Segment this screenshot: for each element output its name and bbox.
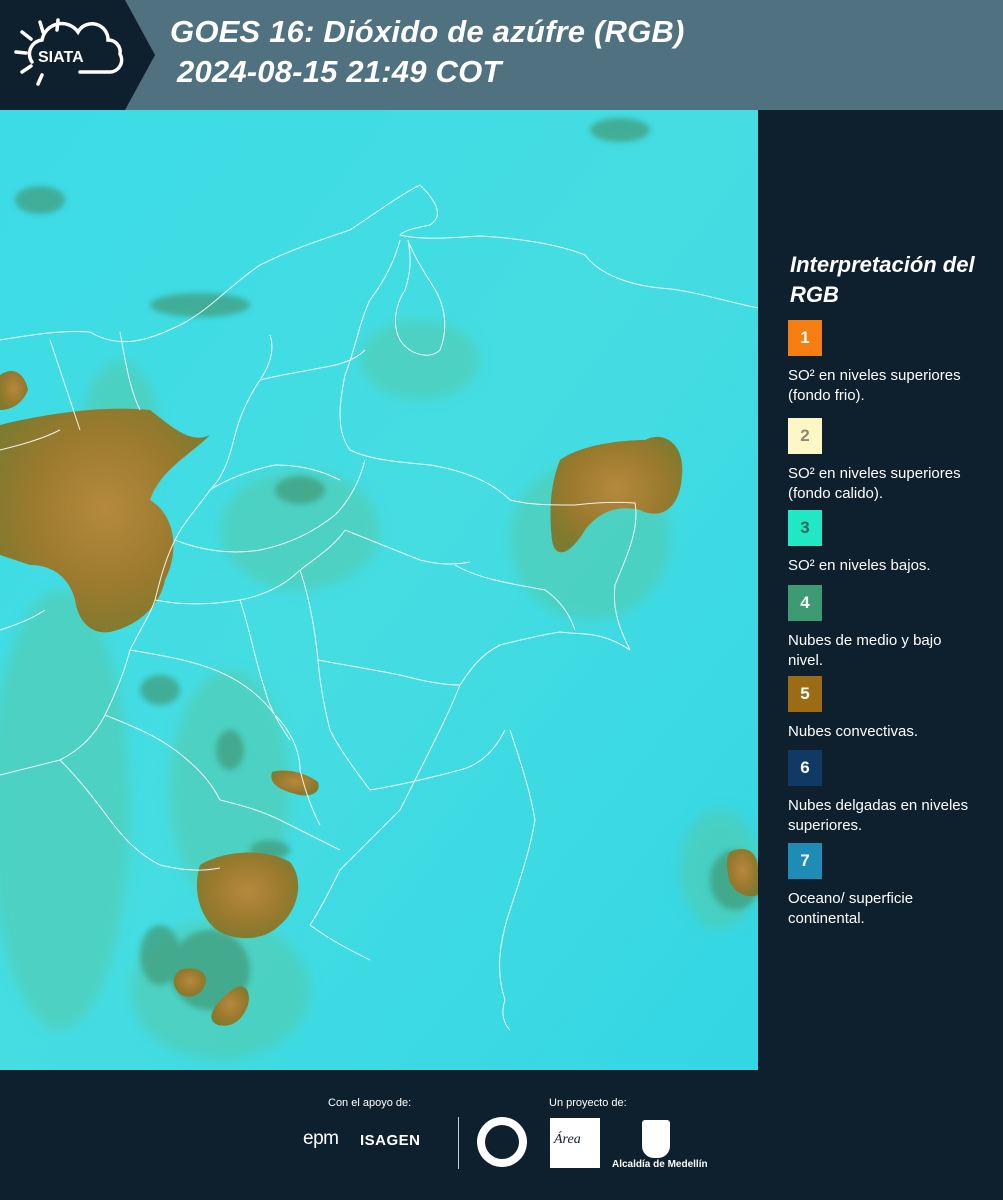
alcaldia-label: Alcaldía de Medellín <box>612 1159 708 1170</box>
legend-panel: Interpretación del RGB 1 SO² en niveles … <box>760 110 1003 1070</box>
legend-label: SO² en niveles superiores (fondo frio). <box>788 367 961 404</box>
legend-item-1: 1 SO² en niveles superiores (fondo frio)… <box>788 320 978 406</box>
legend-item-3: 3 SO² en niveles bajos. <box>788 510 978 576</box>
legend-item-6: 6 Nubes delgadas en niveles superiores. <box>788 750 978 836</box>
legend-label: Nubes de medio y bajo nivel. <box>788 632 942 669</box>
timestamp: 2024-08-15 21:49 COT <box>177 54 502 89</box>
university-seal-icon <box>477 1117 527 1167</box>
area-logo-text: Área <box>554 1132 581 1147</box>
legend-label: Oceano/ superficie continental. <box>788 890 914 927</box>
legend-label: Nubes convectivas. <box>788 723 919 740</box>
legend-label: Nubes delgadas en niveles superiores. <box>788 797 969 834</box>
legend-item-5: 5 Nubes convectivas. <box>788 676 978 742</box>
legend-label: SO² en niveles bajos. <box>788 557 931 574</box>
siata-logo: SIATA <box>0 0 155 110</box>
project-label: Un proyecto de: <box>549 1097 627 1109</box>
legend-swatch: 1 <box>788 320 822 356</box>
logo-text: SIATA <box>38 49 84 66</box>
legend-swatch: 6 <box>788 750 822 786</box>
header-bar: SIATA GOES 16: Dióxido de azúfre (RGB) 2… <box>0 0 1003 110</box>
area-metropolitana-logo: Área <box>550 1118 600 1168</box>
legend-label: SO² en niveles superiores (fondo calido)… <box>788 465 961 502</box>
legend-swatch: 4 <box>788 585 822 621</box>
legend-swatch: 7 <box>788 843 822 879</box>
support-label: Con el apoyo de: <box>328 1097 412 1109</box>
legend-item-7: 7 Oceano/ superficie continental. <box>788 843 978 929</box>
legend-swatch: 3 <box>788 510 822 546</box>
satellite-map[interactable] <box>0 110 758 1070</box>
epm-logo: epm <box>303 1128 339 1149</box>
footer: Con el apoyo de: Un proyecto de: epm ISA… <box>0 1070 1003 1200</box>
legend-item-4: 4 Nubes de medio y bajo nivel. <box>788 585 978 671</box>
legend-swatch: 5 <box>788 676 822 712</box>
footer-divider <box>458 1117 459 1169</box>
legend-title: Interpretación del RGB <box>790 252 975 307</box>
isagen-logo: ISAGEN <box>360 1132 421 1149</box>
medellin-shield-icon <box>642 1120 670 1158</box>
page-title: GOES 16: Dióxido de azúfre (RGB) <box>170 14 685 49</box>
legend-item-2: 2 SO² en niveles superiores (fondo calid… <box>788 418 978 504</box>
satellite-image <box>0 110 758 1070</box>
sun-cloud-icon: SIATA <box>14 18 124 86</box>
legend-swatch: 2 <box>788 418 822 454</box>
